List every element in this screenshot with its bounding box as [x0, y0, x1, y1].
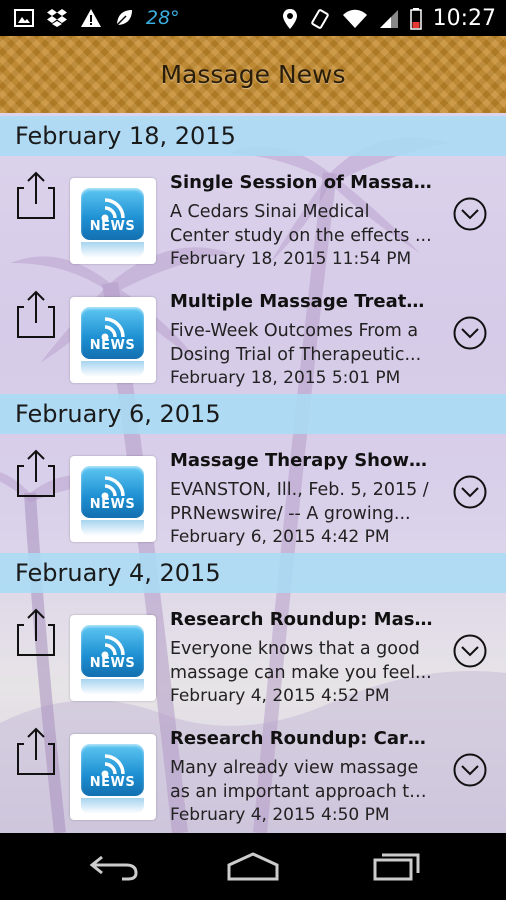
item-description: Everyone knows that a good massage can m…: [170, 637, 432, 685]
share-icon[interactable]: [16, 289, 56, 339]
item-description: Many already view massage as an importan…: [170, 756, 432, 804]
description-line-1: EVANSTON, Ill., Feb. 5, 2015 /: [170, 480, 429, 500]
icon-reflection: [81, 798, 144, 814]
item-timestamp: February 4, 2015 4:50 PM: [170, 805, 390, 825]
rss-news-icon: NEWS: [81, 188, 144, 240]
app-header: Massage News: [0, 36, 506, 113]
chevron-down-icon[interactable]: [453, 316, 487, 350]
item-description: Five-Week Outcomes From a Dosing Trial o…: [170, 319, 432, 367]
list-item[interactable]: NEWS Single Session of Massag... A Cedar…: [0, 156, 506, 275]
chevron-down-icon[interactable]: [453, 197, 487, 231]
news-label: NEWS: [89, 219, 136, 234]
list-item[interactable]: NEWS Research Roundup: Mass... Everyone …: [0, 593, 506, 712]
list-item[interactable]: NEWS Research Roundup: Cardi... Many alr…: [0, 712, 506, 831]
item-title: Massage Therapy Shown t...: [170, 450, 435, 471]
warning-icon: [81, 9, 101, 27]
icon-reflection: [81, 242, 144, 258]
description-line-2: PRNewswire/ -- A growing...: [170, 504, 411, 524]
rss-news-icon: NEWS: [81, 744, 144, 796]
share-icon[interactable]: [16, 607, 56, 657]
recent-apps-icon[interactable]: [372, 851, 422, 881]
news-thumbnail: NEWS: [70, 297, 156, 383]
news-label: NEWS: [89, 775, 136, 790]
back-icon[interactable]: [88, 851, 140, 881]
leaf-icon: [116, 10, 132, 26]
date-header: February 4, 2015: [0, 553, 506, 593]
description-line-1: Everyone knows that a good: [170, 639, 420, 659]
status-bar: 28° 10:27: [0, 0, 506, 36]
item-title: Single Session of Massag...: [170, 172, 435, 193]
description-line-2: massage can make you feel...: [170, 663, 432, 683]
chevron-down-icon[interactable]: [453, 475, 487, 509]
news-label: NEWS: [89, 656, 136, 671]
share-icon[interactable]: [16, 726, 56, 776]
icon-reflection: [81, 520, 144, 536]
location-icon: [282, 8, 297, 29]
news-label: NEWS: [89, 497, 136, 512]
description-line-2: Dosing Trial of Therapeutic...: [170, 345, 422, 365]
news-list[interactable]: February 18, 2015 NEWS Single Session of…: [0, 113, 506, 833]
icon-reflection: [81, 361, 144, 377]
description-line-2: Center study on the effects ...: [170, 226, 432, 246]
list-item[interactable]: NEWS Multiple Massage Treatme... Five-We…: [0, 275, 506, 394]
news-label: NEWS: [89, 338, 136, 353]
date-header: February 18, 2015: [0, 116, 506, 156]
clock: 10:27: [432, 6, 496, 31]
image-icon: [14, 9, 34, 27]
home-icon[interactable]: [226, 851, 280, 881]
item-description: A Cedars Sinai Medical Center study on t…: [170, 200, 432, 248]
battery-icon: [409, 7, 422, 30]
description-line-1: A Cedars Sinai Medical: [170, 202, 370, 222]
news-thumbnail: NEWS: [70, 456, 156, 542]
chevron-down-icon[interactable]: [453, 753, 487, 787]
rss-news-icon: NEWS: [81, 466, 144, 518]
item-title: Research Roundup: Mass...: [170, 609, 435, 630]
page-title: Massage News: [160, 60, 346, 89]
wifi-icon: [342, 9, 367, 28]
item-title: Research Roundup: Cardi...: [170, 728, 435, 749]
description-line-1: Many already view massage: [170, 758, 419, 778]
icon-reflection: [81, 679, 144, 695]
item-title: Multiple Massage Treatme...: [170, 291, 435, 312]
share-icon[interactable]: [16, 170, 56, 220]
item-description: EVANSTON, Ill., Feb. 5, 2015 / PRNewswir…: [170, 478, 432, 526]
rss-news-icon: NEWS: [81, 625, 144, 677]
description-line-2: as an important approach to...: [170, 782, 432, 802]
news-thumbnail: NEWS: [70, 178, 156, 264]
share-icon[interactable]: [16, 448, 56, 498]
dropbox-icon: [47, 9, 67, 27]
rss-news-icon: NEWS: [81, 307, 144, 359]
navigation-bar: [0, 833, 506, 900]
temperature-text: 28°: [146, 7, 180, 29]
news-thumbnail: NEWS: [70, 615, 156, 701]
item-timestamp: February 6, 2015 4:42 PM: [170, 527, 390, 547]
rotate-icon: [310, 8, 329, 29]
list-item[interactable]: NEWS Massage Therapy Shown t... EVANSTON…: [0, 434, 506, 553]
chevron-down-icon[interactable]: [453, 634, 487, 668]
news-thumbnail: NEWS: [70, 734, 156, 820]
item-timestamp: February 18, 2015 11:54 PM: [170, 249, 412, 269]
item-timestamp: February 18, 2015 5:01 PM: [170, 368, 401, 388]
description-line-1: Five-Week Outcomes From a: [170, 321, 419, 341]
item-timestamp: February 4, 2015 4:52 PM: [170, 686, 390, 706]
date-header: February 6, 2015: [0, 394, 506, 434]
signal-icon: [379, 9, 398, 28]
